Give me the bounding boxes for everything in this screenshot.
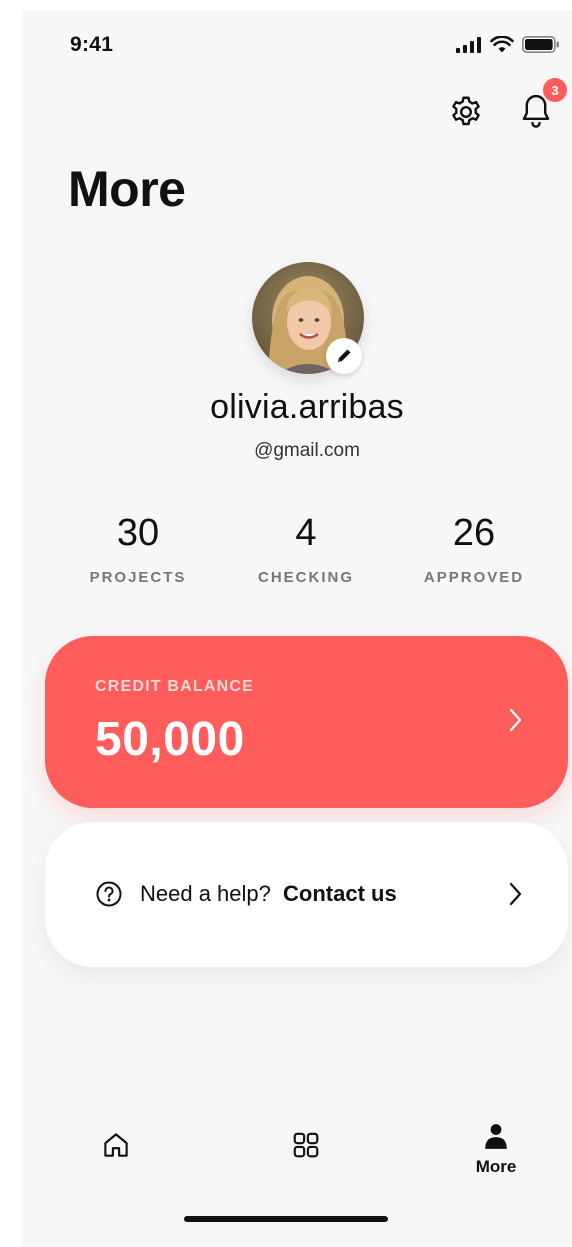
settings-button[interactable] [446, 92, 486, 132]
more-screen: 9:41 3 More olivia.arribas @gmail.com 30… [22, 10, 572, 1247]
stat-value: 30 [116, 512, 160, 554]
credit-balance-label: CREDIT BALANCE [95, 678, 255, 695]
signal-icon [456, 36, 481, 53]
profile-email: @gmail.com [254, 440, 360, 461]
person-icon [485, 1124, 507, 1149]
help-card[interactable]: Need a help? Contact us [45, 822, 568, 967]
contact-us-link[interactable]: Contact us [283, 881, 397, 906]
profile-avatar-container [252, 262, 364, 374]
grid-icon [293, 1132, 319, 1158]
credit-balance-amount: 50,000 [95, 713, 245, 766]
stat-checking[interactable]: 4 CHECKING [222, 512, 390, 586]
status-icons [456, 36, 560, 53]
profile-username: olivia.arribas [210, 388, 404, 426]
chevron-right-icon [509, 708, 522, 732]
battery-icon [522, 36, 559, 53]
wifi-icon [490, 36, 514, 53]
status-bar: 9:41 [22, 10, 572, 70]
help-question: Need a help? [140, 881, 271, 906]
pencil-icon [338, 349, 351, 362]
tab-label: More [475, 1157, 517, 1176]
stat-label: APPROVED [423, 569, 525, 586]
stat-label: PROJECTS [89, 569, 187, 586]
home-indicator [184, 1216, 388, 1222]
stat-value: 26 [452, 512, 496, 554]
gear-icon [452, 96, 480, 126]
home-icon [104, 1133, 128, 1157]
credit-balance-card[interactable]: CREDIT BALANCE 50,000 [45, 636, 568, 808]
stat-label: CHECKING [257, 569, 354, 586]
edit-avatar-button[interactable] [326, 338, 362, 374]
tab-projects[interactable] [246, 1130, 366, 1165]
page-title: More [68, 161, 186, 217]
help-text: Need a help? Contact us [140, 881, 397, 907]
chevron-right-icon [509, 882, 522, 906]
tab-bar: More [22, 1120, 572, 1200]
notification-badge: 3 [543, 78, 567, 102]
tab-home[interactable] [56, 1130, 176, 1165]
stat-value: 4 [295, 512, 317, 554]
tab-more[interactable]: More [436, 1122, 556, 1177]
stat-projects[interactable]: 30 PROJECTS [54, 512, 222, 586]
question-circle-icon [96, 881, 122, 907]
status-time: 9:41 [70, 33, 114, 56]
stat-approved[interactable]: 26 APPROVED [390, 512, 558, 586]
